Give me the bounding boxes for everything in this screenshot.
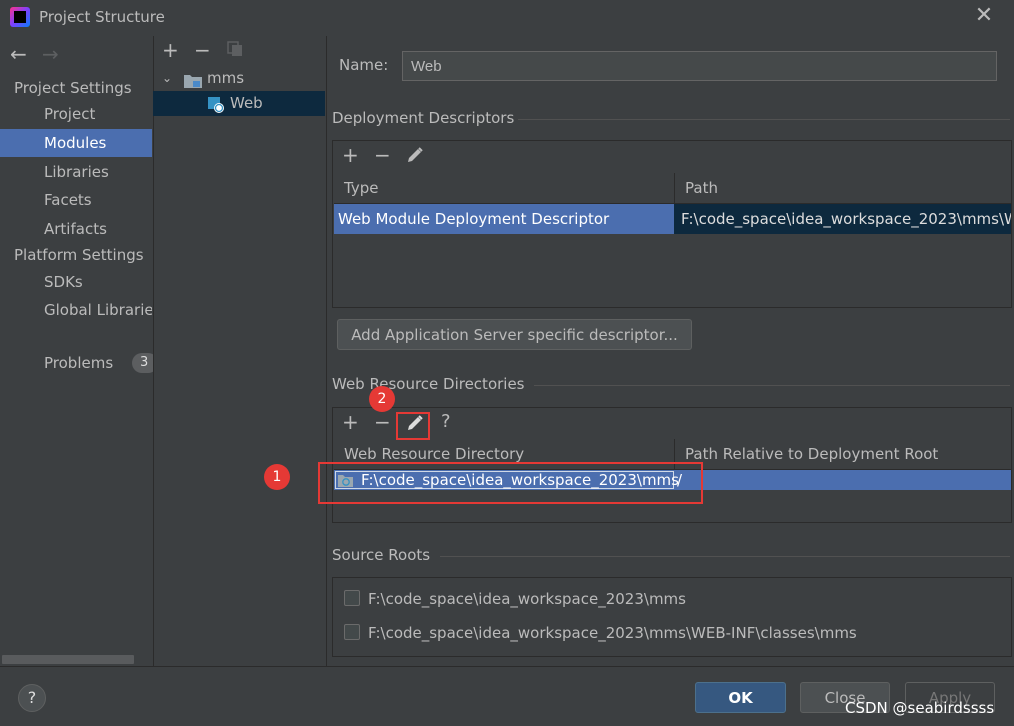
edit-pencil-icon[interactable] xyxy=(406,146,424,164)
tree-node-label: Web xyxy=(230,94,263,112)
deployment-descriptors-title: Deployment Descriptors xyxy=(332,109,515,127)
source-root-checkbox[interactable] xyxy=(344,624,360,640)
sidebar-item-sdks[interactable]: SDKs xyxy=(0,268,152,296)
project-settings-header: Project Settings xyxy=(14,79,132,97)
remove-web-resource-button[interactable]: − xyxy=(374,410,391,434)
remove-module-button[interactable]: − xyxy=(194,38,211,62)
source-root-label: F:\code_space\idea_workspace_2023\mms xyxy=(368,590,686,608)
sidebar-item-problems[interactable]: Problems xyxy=(0,349,152,377)
copy-icon[interactable] xyxy=(227,41,243,57)
name-label: Name: xyxy=(339,56,389,74)
section-divider xyxy=(440,556,1010,557)
annotation-highlight-row xyxy=(318,462,703,504)
add-server-descriptor-button[interactable]: Add Application Server specific descript… xyxy=(337,319,692,350)
sidebar-item-artifacts[interactable]: Artifacts xyxy=(0,215,152,243)
column-header-path[interactable]: Path xyxy=(675,173,1011,204)
annotation-marker-2: 2 xyxy=(369,386,395,412)
module-folder-icon xyxy=(184,71,202,88)
sidebar-item-project[interactable]: Project xyxy=(0,100,152,128)
help-question-icon[interactable]: ? xyxy=(441,411,451,432)
platform-settings-header: Platform Settings xyxy=(14,246,144,264)
sidebar-item-modules[interactable]: Modules xyxy=(0,129,152,157)
sidebar-item-facets[interactable]: Facets xyxy=(0,186,152,214)
section-divider xyxy=(534,385,1010,386)
annotation-marker-1: 1 xyxy=(264,464,290,490)
sidebar-item-global-libraries[interactable]: Global Libraries xyxy=(0,296,152,324)
window-title: Project Structure xyxy=(39,8,165,26)
facet-settings-panel xyxy=(326,36,1014,666)
web-facet-icon xyxy=(208,96,224,113)
column-header-type[interactable]: Type xyxy=(334,173,674,204)
source-root-checkbox[interactable] xyxy=(344,590,360,606)
add-descriptor-button[interactable]: + xyxy=(342,143,359,167)
back-arrow-icon[interactable]: ← xyxy=(10,42,27,66)
add-web-resource-button[interactable]: + xyxy=(342,410,359,434)
annotation-highlight-edit xyxy=(396,412,430,440)
source-root-label: F:\code_space\idea_workspace_2023\mms\WE… xyxy=(368,624,857,642)
ok-button[interactable]: OK xyxy=(695,682,786,713)
tree-node-mms[interactable]: ⌄ mms xyxy=(153,66,325,91)
add-module-button[interactable]: + xyxy=(162,38,179,62)
source-roots-list xyxy=(332,577,1012,657)
remove-descriptor-button[interactable]: − xyxy=(374,143,391,167)
column-header-relative-path[interactable]: Path Relative to Deployment Root xyxy=(675,439,1011,470)
watermark-text: CSDN @seabirdssss xyxy=(845,699,995,717)
sidebar-horizontal-scrollbar[interactable] xyxy=(2,655,134,664)
web-resource-directories-title: Web Resource Directories xyxy=(332,375,525,393)
tree-node-label: mms xyxy=(207,69,245,87)
help-button[interactable]: ? xyxy=(18,684,46,712)
sidebar-item-libraries[interactable]: Libraries xyxy=(0,158,152,186)
name-field[interactable] xyxy=(402,51,997,81)
module-tree-panel xyxy=(153,36,325,666)
close-icon[interactable]: ✕ xyxy=(974,4,994,28)
descriptor-path-cell[interactable]: F:\code_space\idea_workspace_2023\mms\W xyxy=(674,204,1011,234)
intellij-app-icon xyxy=(10,7,30,27)
section-divider xyxy=(518,119,1010,120)
chevron-down-icon[interactable]: ⌄ xyxy=(162,66,172,91)
source-roots-title: Source Roots xyxy=(332,546,431,564)
tree-node-web[interactable]: Web xyxy=(153,91,325,116)
forward-arrow-icon[interactable]: → xyxy=(42,42,59,66)
descriptor-type-cell[interactable]: Web Module Deployment Descriptor xyxy=(334,204,674,234)
